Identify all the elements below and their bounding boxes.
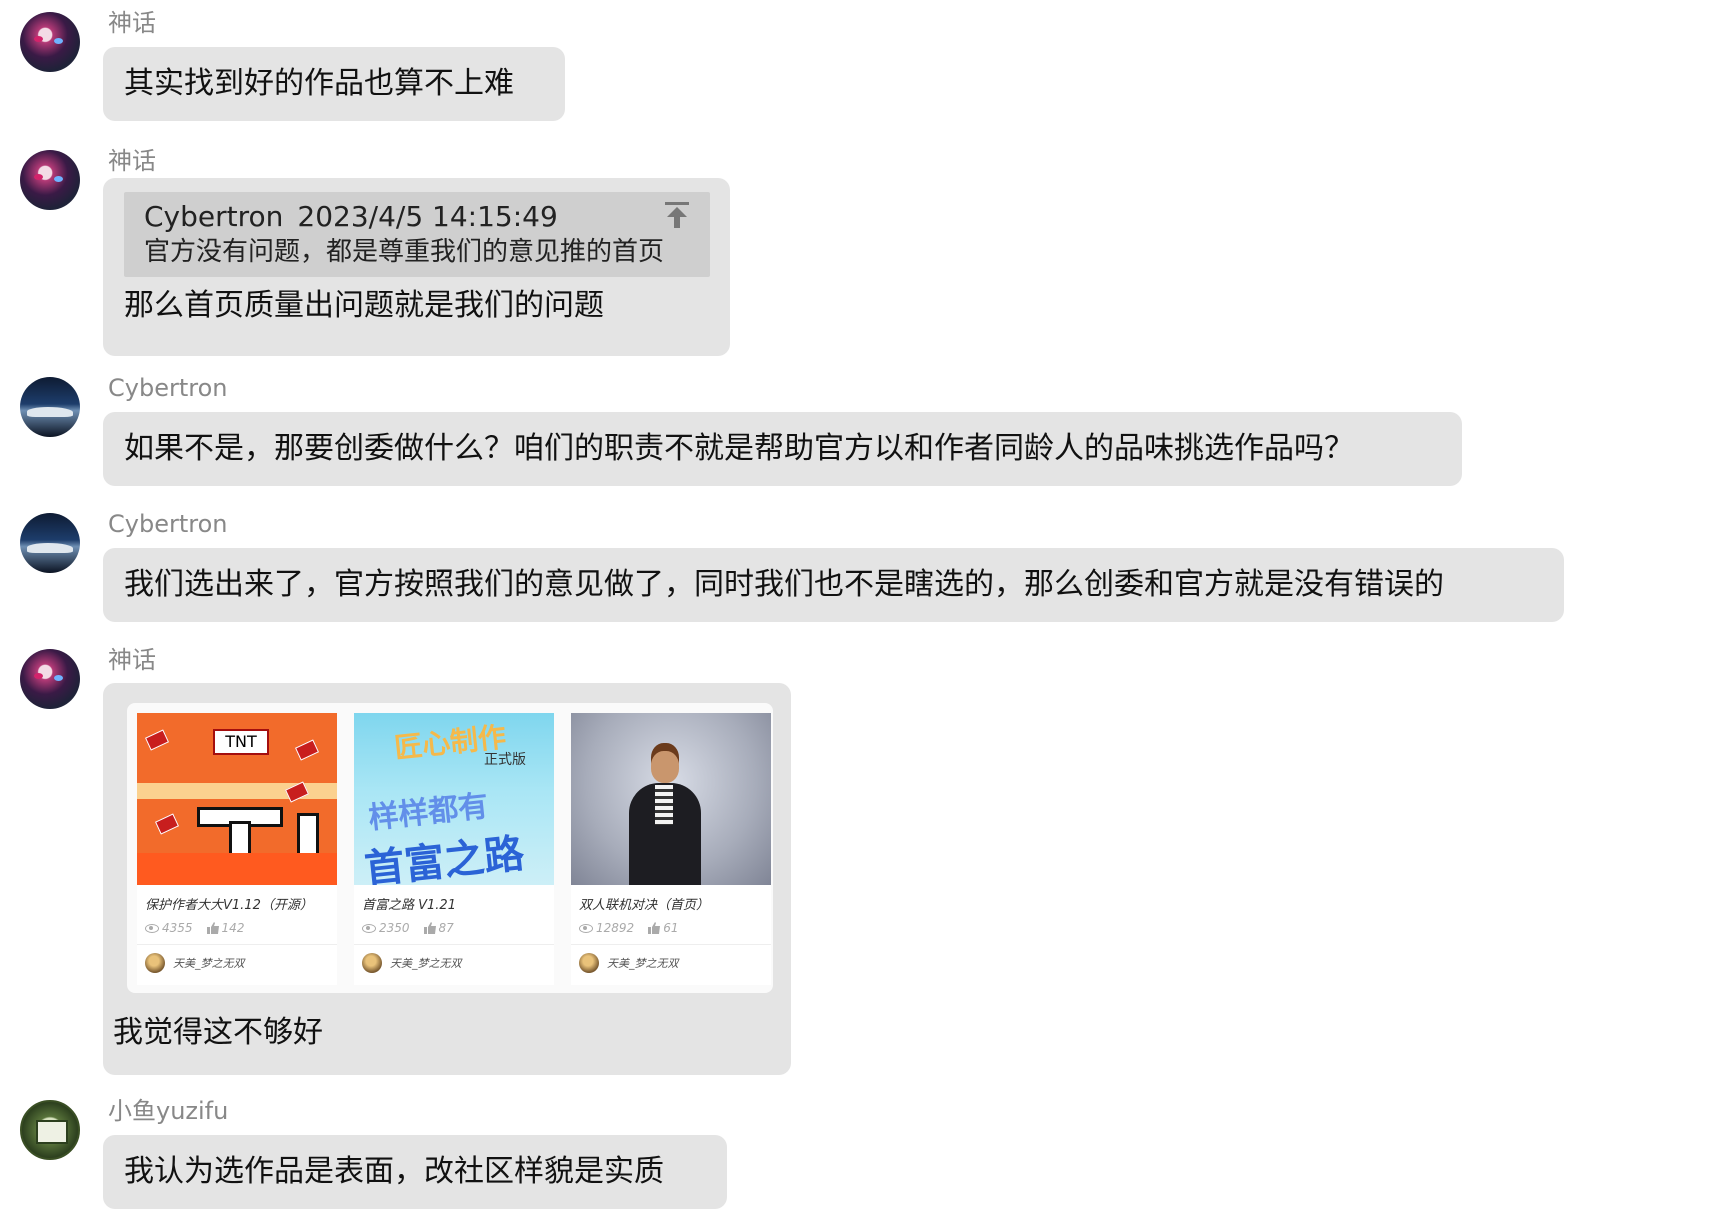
author-avatar <box>362 953 382 973</box>
like-count: 87 <box>438 921 454 935</box>
avatar[interactable] <box>20 150 80 210</box>
card-title: 双人联机对决（首页） <box>579 898 710 913</box>
message-bubble[interactable]: 如果不是，那要创委做什么？咱们的职责不就是帮助官方以和作者同龄人的品味挑选作品吗… <box>103 412 1462 486</box>
sender-name: 神话 <box>108 646 156 674</box>
card-cover-image: 匠心制作 正式版 样样都有 首富之路 <box>354 713 554 885</box>
avatar[interactable] <box>20 1100 80 1160</box>
card-author[interactable]: 天美_梦之无双 <box>137 945 337 973</box>
work-card[interactable]: 匠心制作 正式版 样样都有 首富之路 首富之路 V1.21 2350 87 天美… <box>354 713 554 985</box>
sender-name: Cybertron <box>108 510 228 538</box>
cover-text: 正式版 <box>484 752 526 768</box>
author-avatar <box>579 953 599 973</box>
author-name: 天美_梦之无双 <box>173 957 245 970</box>
avatar[interactable] <box>20 377 80 437</box>
view-count: 2350 <box>379 921 410 935</box>
card-cover-image: TNT <box>137 713 337 885</box>
work-card[interactable]: TNT 保护作者大大V1.12（开源） 4355 142 天美_梦之无双 <box>137 713 337 985</box>
eye-icon <box>362 923 376 933</box>
view-count: 12892 <box>596 921 635 935</box>
message-bubble[interactable]: TNT 保护作者大大V1.12（开源） 4355 142 天美_梦之无双 匠心制… <box>103 683 791 1075</box>
work-card[interactable]: 双人联机对决（首页） 12892 61 天美_梦之无双 <box>571 713 771 985</box>
quote-text: 官方没有问题，都是尊重我们的意见推的首页 <box>144 237 665 267</box>
author-name: 天美_梦之无双 <box>390 957 462 970</box>
tnt-block <box>144 729 170 751</box>
avatar[interactable] <box>20 649 80 709</box>
card-stats: 12892 61 <box>571 914 771 938</box>
pin-top-icon[interactable] <box>664 200 690 230</box>
cover-tnt-label: TNT <box>213 729 269 755</box>
message-text: 我们选出来了，官方按照我们的意见做了，同时我们也不是瞎选的，那么创委和官方就是没… <box>124 567 1444 602</box>
card-stats: 4355 142 <box>137 914 337 938</box>
card-title: 保护作者大大V1.12（开源） <box>145 898 313 913</box>
cover-figure <box>655 785 673 825</box>
tnt-block <box>294 739 320 761</box>
eye-icon <box>145 923 159 933</box>
card-stats: 2350 87 <box>354 914 554 938</box>
author-avatar <box>145 953 165 973</box>
avatar[interactable] <box>20 513 80 573</box>
author-name: 天美_梦之无双 <box>607 957 679 970</box>
view-count: 4355 <box>162 921 193 935</box>
card-title: 首富之路 V1.21 <box>362 898 456 913</box>
quote-author: Cybertron <box>144 200 284 233</box>
like-count: 61 <box>663 921 679 935</box>
tnt-block <box>154 813 180 835</box>
message-text: 我觉得这不够好 <box>113 1015 323 1050</box>
message-bubble[interactable]: 其实找到好的作品也算不上难 <box>103 47 565 121</box>
avatar[interactable] <box>20 12 80 72</box>
card-cover-image <box>571 713 771 885</box>
quote-header: Cybertron 2023/4/5 14:15:49 <box>144 199 690 235</box>
message-bubble[interactable]: 我认为选作品是表面，改社区样貌是实质 <box>103 1135 727 1209</box>
quoted-message[interactable]: Cybertron 2023/4/5 14:15:49 官方没有问题，都是尊重我们… <box>124 192 710 277</box>
card-author[interactable]: 天美_梦之无双 <box>571 945 771 973</box>
card-author[interactable]: 天美_梦之无双 <box>354 945 554 973</box>
cover-figure <box>651 751 679 783</box>
sender-name: Cybertron <box>108 374 228 402</box>
sender-name: 神话 <box>108 147 156 175</box>
cover-band <box>137 853 337 885</box>
like-count: 142 <box>221 921 245 935</box>
thumb-up-icon <box>206 922 219 934</box>
message-text: 我认为选作品是表面，改社区样貌是实质 <box>124 1154 664 1189</box>
thumb-up-icon <box>423 922 436 934</box>
message-bubble[interactable]: Cybertron 2023/4/5 14:15:49 官方没有问题，都是尊重我们… <box>103 178 730 356</box>
message-text: 其实找到好的作品也算不上难 <box>124 66 514 101</box>
eye-icon <box>579 923 593 933</box>
message-bubble[interactable]: 我们选出来了，官方按照我们的意见做了，同时我们也不是瞎选的，那么创委和官方就是没… <box>103 548 1564 622</box>
sender-name: 小鱼yuzifu <box>108 1097 229 1125</box>
message-text: 那么首页质量出问题就是我们的问题 <box>124 288 604 323</box>
thumb-up-icon <box>648 922 661 934</box>
message-text: 如果不是，那要创委做什么？咱们的职责不就是帮助官方以和作者同龄人的品味挑选作品吗… <box>124 431 1354 466</box>
work-card-list: TNT 保护作者大大V1.12（开源） 4355 142 天美_梦之无双 匠心制… <box>127 703 773 993</box>
quote-time: 2023/4/5 14:15:49 <box>297 200 558 233</box>
sender-name: 神话 <box>108 9 156 37</box>
